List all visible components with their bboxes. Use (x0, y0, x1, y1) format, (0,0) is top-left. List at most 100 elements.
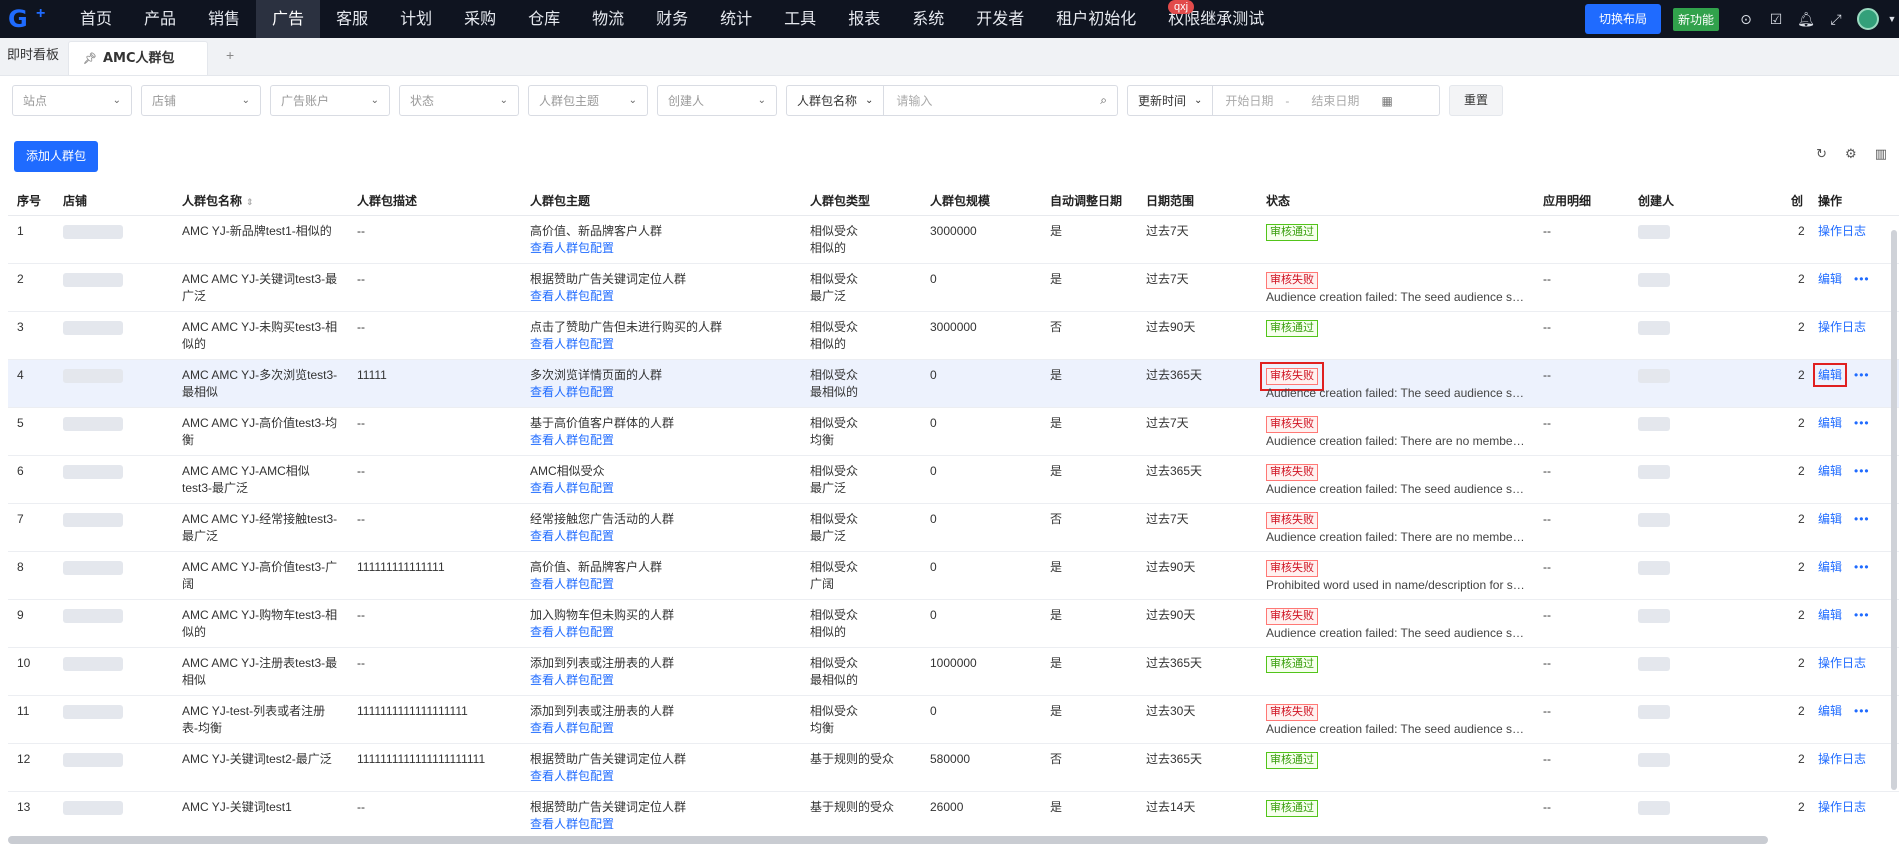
vertical-scrollbar[interactable] (1891, 230, 1897, 790)
site-select[interactable]: 站点 ⌄ (12, 85, 132, 116)
theme-select[interactable]: 人群包主题 ⌄ (528, 85, 648, 116)
add-tab-button[interactable]: + (208, 37, 252, 75)
name-field-select[interactable]: 人群包名称 ⌄ (787, 86, 885, 115)
nav-item-7[interactable]: 仓库 (512, 0, 576, 38)
edit-link[interactable]: 编辑 (1818, 704, 1842, 718)
shop-select[interactable]: 店铺 ⌄ (141, 85, 261, 116)
edit-link[interactable]: 编辑 (1818, 512, 1842, 526)
cell-app: -- (1534, 311, 1629, 360)
more-icon[interactable]: ••• (1854, 560, 1870, 574)
creator-select[interactable]: 创建人 ⌄ (657, 85, 777, 116)
table-row[interactable]: 3 AMC AMC YJ-未购买test3-相似的 -- 点击了赞助广告但未进行购买的… (8, 311, 1899, 360)
view-config-link[interactable]: 查看人群包配置 (530, 337, 614, 351)
more-icon[interactable]: ••• (1854, 464, 1870, 478)
calendar-check-icon[interactable]: ☑ (1761, 0, 1791, 38)
more-icon[interactable]: ••• (1854, 416, 1870, 430)
nav-item-8[interactable]: 物流 (576, 0, 640, 38)
tab-dashboard[interactable]: 即时看板 (0, 37, 66, 75)
table-row[interactable]: 6 AMC AMC YJ-AMC相似test3-最广泛 -- AMC相似受众 查看人群包… (8, 455, 1899, 504)
horizontal-scrollbar[interactable] (8, 836, 1768, 844)
edit-link[interactable]: 编辑 (1818, 272, 1842, 286)
operation-log-link[interactable]: 操作日志 (1818, 752, 1866, 766)
nav-item-13[interactable]: 系统 (896, 0, 960, 38)
edit-link[interactable]: 编辑 (1818, 416, 1842, 430)
nav-item-9[interactable]: 财务 (640, 0, 704, 38)
view-config-link[interactable]: 查看人群包配置 (530, 625, 614, 639)
table-row[interactable]: 2 AMC AMC YJ-关键词test3-最广泛 -- 根据赞助广告关键词定位人群查… (8, 263, 1899, 312)
view-config-link[interactable]: 查看人群包配置 (530, 433, 614, 447)
nav-item-2[interactable]: 销售 (192, 0, 256, 38)
add-audience-button[interactable]: 添加人群包 (14, 141, 99, 172)
operation-log-link[interactable]: 操作日志 (1818, 800, 1866, 814)
table-row[interactable]: 7 AMC AMC YJ-经常接触test3-最广泛 -- 经常接触您广告活动的人群查… (8, 503, 1899, 552)
table-row[interactable]: 10 AMC AMC YJ-注册表test3-最相似 -- 添加到列表或注册表的人群查… (8, 647, 1899, 696)
user-avatar[interactable] (1857, 8, 1879, 30)
nav-item-1[interactable]: 产品 (128, 0, 192, 38)
table-row[interactable]: 11 AMC YJ-test-列表或者注册表-均衡 1111111111111111… (8, 695, 1899, 744)
bell-icon[interactable]: 🔔︎ (1791, 0, 1821, 38)
more-icon[interactable]: ••• (1854, 368, 1870, 382)
table-row[interactable]: 1 AMC YJ-新品牌test1-相似的 -- 高价值、新品牌客户人群 查看人群包配置… (8, 215, 1899, 264)
nav-item-10[interactable]: 统计 (704, 0, 768, 38)
reset-button[interactable]: 重置 (1449, 85, 1504, 116)
settings-icon[interactable]: ⚙ (1845, 146, 1857, 162)
search-icon[interactable]: ⌕ (1100, 93, 1117, 108)
more-icon[interactable]: ••• (1854, 512, 1870, 526)
edit-link[interactable]: 编辑 (1812, 362, 1848, 387)
nav-item-5[interactable]: 计划 (384, 0, 448, 38)
nav-item-6[interactable]: 采购 (448, 0, 512, 38)
view-config-link[interactable]: 查看人群包配置 (530, 385, 614, 399)
view-config-link[interactable]: 查看人群包配置 (530, 721, 614, 735)
sort-icon[interactable]: ⇕ (246, 197, 254, 207)
nav-item-12[interactable]: 报表 (832, 0, 896, 38)
table-row[interactable]: 9 AMC AMC YJ-购物车test3-相似的 -- 加入购物车但未购买的人群 查看… (8, 599, 1899, 648)
view-config-link[interactable]: 查看人群包配置 (530, 769, 614, 783)
view-config-link[interactable]: 查看人群包配置 (530, 241, 614, 255)
nav-item-11[interactable]: 工具 (768, 0, 832, 38)
columns-icon[interactable]: ▥ (1875, 146, 1887, 162)
operation-log-link[interactable]: 操作日志 (1818, 224, 1866, 238)
app-logo[interactable]: G + (0, 0, 64, 38)
calendar-icon[interactable]: ▦ (1381, 94, 1400, 108)
table-row[interactable]: 4 AMC AMC YJ-多次浏览test3-最相似 11111 多次浏览详情页面的人… (8, 359, 1899, 408)
time-field-select[interactable]: 更新时间 ⌄ (1128, 86, 1214, 115)
switch-layout-button[interactable]: 切换布局 (1584, 4, 1661, 34)
chevron-down-icon[interactable]: ▼ (1885, 0, 1899, 38)
fullscreen-icon[interactable]: ⤢ (1821, 0, 1851, 38)
help-circle-icon[interactable]: ⊙ (1731, 0, 1761, 38)
end-date-input[interactable]: 结束日期 (1289, 92, 1381, 109)
table-row[interactable]: 8 AMC AMC YJ-高价值test3-广阔 111111111111111 高价… (8, 551, 1899, 600)
more-icon[interactable]: ••• (1854, 608, 1870, 622)
edit-link[interactable]: 编辑 (1818, 464, 1842, 478)
nav-item-15[interactable]: 租户初始化 (1040, 0, 1152, 38)
table-row[interactable]: 13 AMC YJ-关键词test1 -- 根据赞助广告关键词定位人群 查看人群包配置基… (8, 791, 1899, 830)
view-config-link[interactable]: 查看人群包配置 (530, 817, 614, 831)
view-config-link[interactable]: 查看人群包配置 (530, 529, 614, 543)
new-feature-badge[interactable]: 新功能 (1672, 7, 1719, 31)
operation-log-link[interactable]: 操作日志 (1818, 656, 1866, 670)
refresh-icon[interactable]: ↻ (1816, 146, 1827, 162)
table-row[interactable]: 5 AMC AMC YJ-高价值test3-均衡 -- 基于高价值客户群体的人群 查看人… (8, 407, 1899, 456)
more-icon[interactable]: ••• (1854, 272, 1870, 286)
more-icon[interactable]: ••• (1854, 704, 1870, 718)
nav-item-0[interactable]: 首页 (64, 0, 128, 38)
view-config-link[interactable]: 查看人群包配置 (530, 481, 614, 495)
audience-size: 0 (930, 367, 937, 382)
view-config-link[interactable]: 查看人群包配置 (530, 577, 614, 591)
operation-log-link[interactable]: 操作日志 (1818, 320, 1866, 334)
edit-link[interactable]: 编辑 (1818, 560, 1842, 574)
tab-amc-audience[interactable]: 📌︎ AMC人群包 (68, 41, 209, 75)
column-header-2[interactable]: 人群包名称 ⇕ (173, 186, 348, 216)
ad-account-select[interactable]: 广告账户 ⌄ (270, 85, 390, 116)
nav-item-4[interactable]: 客服 (320, 0, 384, 38)
status-select[interactable]: 状态 ⌄ (399, 85, 519, 116)
table-row[interactable]: 12 AMC YJ-关键词test2-最广泛 1111111111111111111… (8, 743, 1899, 792)
view-config-link[interactable]: 查看人群包配置 (530, 289, 614, 303)
nav-item-14[interactable]: 开发者 (960, 0, 1040, 38)
start-date-input[interactable]: 开始日期 (1213, 92, 1285, 109)
pin-icon[interactable]: 📌︎ (83, 43, 97, 75)
view-config-link[interactable]: 查看人群包配置 (530, 673, 614, 687)
edit-link[interactable]: 编辑 (1818, 608, 1842, 622)
nav-item-3[interactable]: 广告 (256, 0, 321, 38)
name-search-input[interactable]: 请输入 (884, 92, 1100, 109)
